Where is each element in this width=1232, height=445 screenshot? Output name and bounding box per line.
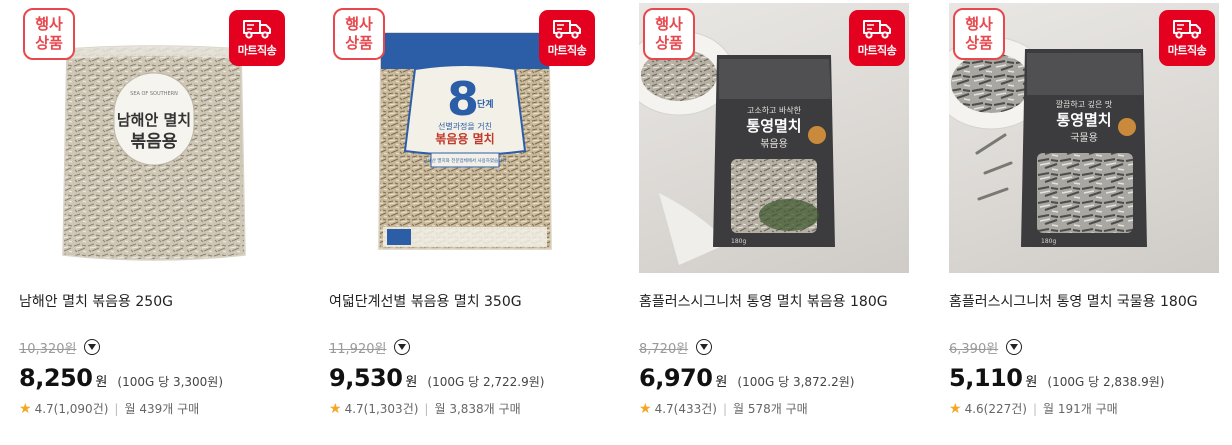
sale-price: 9,530	[329, 364, 403, 392]
monthly-purchases: 월 578개 구매	[733, 402, 808, 416]
original-price: 6,390원	[949, 341, 999, 357]
unit-price: (100G 당 2,838.9원)	[1047, 375, 1165, 389]
original-price: 11,920원	[329, 341, 387, 357]
star-icon: ★	[19, 400, 32, 417]
package-type-text: 볶음용	[131, 132, 178, 152]
package-name-text: 통영멸치	[1056, 111, 1111, 129]
original-price: 8,720원	[639, 341, 689, 357]
monthly-purchases: 월 439개 구매	[124, 402, 200, 416]
product-title[interactable]: 홈플러스시그니처 통영 멸치 볶음용 180G	[639, 291, 888, 311]
mart-delivery-badge: 마트직송	[1159, 10, 1215, 66]
package-name-text: 남해안 멸치	[117, 111, 191, 129]
truck-icon	[243, 20, 271, 39]
price-row: 6,970 원 (100G 당 3,872.2원)	[639, 364, 854, 392]
package-tag-text: 깔끔하고 깊은 맛	[1056, 99, 1113, 109]
divider: |	[722, 401, 728, 416]
price-detail-button[interactable]	[1006, 339, 1023, 355]
monthly-purchases: 월 191개 구매	[1043, 402, 1118, 416]
package-weight-text: 180g	[731, 238, 746, 245]
original-price-row: 6,390원	[949, 337, 1023, 357]
star-icon: ★	[949, 400, 962, 417]
sale-price: 6,970	[639, 364, 713, 392]
event-badge: 행사 상품	[333, 8, 385, 60]
package-tag-text: 고소하고 바삭한	[747, 105, 802, 115]
package-illustration: 8 단계 선별과정을 거친 볶음용 멸치 국내산 멸치와 전문업체에서 사용하였…	[378, 32, 552, 250]
price-detail-button[interactable]	[696, 339, 713, 355]
rating: 4.7	[344, 401, 364, 416]
package-big-number: 8	[447, 72, 479, 126]
package-type-text: 볶음용	[760, 138, 788, 150]
chevron-down-icon	[398, 344, 407, 350]
review-row: ★ 4.7 (1,303건) | 월 3,838개 구매	[329, 400, 521, 417]
product-image[interactable]: 8 단계 선별과정을 거친 볶음용 멸치 국내산 멸치와 전문업체에서 사용하였…	[329, 3, 599, 273]
price-row: 9,530 원 (100G 당 2,722.9원)	[329, 364, 544, 392]
original-price-row: 8,720원	[639, 337, 713, 357]
chevron-down-icon	[700, 344, 709, 350]
product-image[interactable]: 고소하고 바삭한 통영멸치 볶음용 180g 행사 상품 마트직송	[639, 3, 909, 273]
monthly-purchases: 월 3,838개 구매	[434, 402, 521, 416]
price-detail-button[interactable]	[84, 339, 101, 355]
original-price: 10,320원	[19, 341, 77, 357]
divider: |	[1032, 401, 1038, 416]
package-type-text: 국물용	[1070, 132, 1098, 144]
product-card[interactable]: 고소하고 바삭한 통영멸치 볶음용 180g 행사 상품 마트직송 홈플러스시그…	[639, 0, 909, 445]
truck-icon	[553, 20, 581, 39]
star-icon: ★	[329, 400, 342, 417]
review-count: (433건)	[673, 402, 717, 416]
product-title[interactable]: 남해안 멸치 볶음용 250G	[19, 291, 173, 311]
divider: |	[424, 401, 429, 416]
divider: |	[114, 401, 119, 416]
original-price-row: 10,320원	[19, 337, 101, 357]
event-badge: 행사 상품	[643, 8, 695, 60]
event-badge: 행사 상품	[953, 8, 1005, 60]
chevron-down-icon	[88, 344, 97, 350]
rating: 4.7	[34, 401, 54, 416]
sale-price: 8,250	[19, 364, 93, 392]
package-name-text: 통영멸치	[746, 117, 801, 135]
package-brand-text: SEA OF SOUTHERN	[130, 91, 178, 97]
product-card[interactable]: SEA OF SOUTHERN 남해안 멸치 볶음용 행사 상품 마트직송 남해안…	[19, 0, 289, 445]
review-count: (227건)	[983, 402, 1027, 416]
mart-delivery-badge: 마트직송	[229, 10, 285, 66]
product-image[interactable]: 깔끔하고 깊은 맛 통영멸치 국물용 180g 행사 상품 마트직송	[949, 3, 1219, 273]
review-count: (1,303건)	[363, 402, 419, 416]
product-grid: SEA OF SOUTHERN 남해안 멸치 볶음용 행사 상품 마트직송 남해안…	[0, 0, 1232, 445]
rating: 4.7	[654, 401, 674, 416]
currency-label: 원	[1025, 375, 1038, 390]
price-row: 8,250 원 (100G 당 3,300원)	[19, 364, 223, 392]
mart-delivery-badge: 마트직송	[849, 10, 905, 66]
currency-label: 원	[715, 375, 728, 390]
product-image[interactable]: SEA OF SOUTHERN 남해안 멸치 볶음용 행사 상품 마트직송	[19, 3, 289, 273]
original-price-row: 11,920원	[329, 337, 411, 357]
product-title[interactable]: 홈플러스시그니처 통영 멸치 국물용 180G	[949, 291, 1198, 311]
package-step-text: 단계	[477, 98, 494, 110]
package-illustration: SEA OF SOUTHERN 남해안 멸치 볶음용	[62, 45, 246, 261]
review-row: ★ 4.7 (433건) | 월 578개 구매	[639, 400, 808, 417]
product-title[interactable]: 여덟단계선별 볶음용 멸치 350G	[329, 291, 522, 311]
unit-price: (100G 당 2,722.9원)	[427, 375, 545, 389]
unit-price: (100G 당 3,300원)	[117, 375, 224, 389]
star-icon: ★	[639, 400, 652, 417]
mart-delivery-badge: 마트직송	[539, 10, 595, 66]
product-card[interactable]: 깔끔하고 깊은 맛 통영멸치 국물용 180g 행사 상품 마트직송 홈플러스시…	[949, 0, 1219, 445]
package-note: 국내산 멸치와 전문업체에서 사용하였습니다	[424, 157, 508, 164]
truck-icon	[863, 20, 891, 39]
review-count: (1,090건)	[53, 402, 109, 416]
rating: 4.6	[964, 401, 984, 416]
package-line1: 선별과정을 거친	[438, 121, 492, 131]
review-row: ★ 4.7 (1,090건) | 월 439개 구매	[19, 400, 199, 417]
chevron-down-icon	[1010, 344, 1019, 350]
price-detail-button[interactable]	[394, 339, 411, 355]
currency-label: 원	[95, 375, 108, 390]
truck-icon	[1173, 20, 1201, 39]
event-badge: 행사 상품	[23, 8, 75, 60]
package-weight-text: 180g	[1041, 238, 1056, 245]
product-card[interactable]: 8 단계 선별과정을 거친 볶음용 멸치 국내산 멸치와 전문업체에서 사용하였…	[329, 0, 599, 445]
price-row: 5,110 원 (100G 당 2,838.9원)	[949, 364, 1164, 392]
package-line2: 볶음용 멸치	[435, 131, 494, 146]
review-row: ★ 4.6 (227건) | 월 191개 구매	[949, 400, 1118, 417]
currency-label: 원	[405, 375, 418, 390]
unit-price: (100G 당 3,872.2원)	[737, 375, 855, 389]
sale-price: 5,110	[949, 364, 1023, 392]
